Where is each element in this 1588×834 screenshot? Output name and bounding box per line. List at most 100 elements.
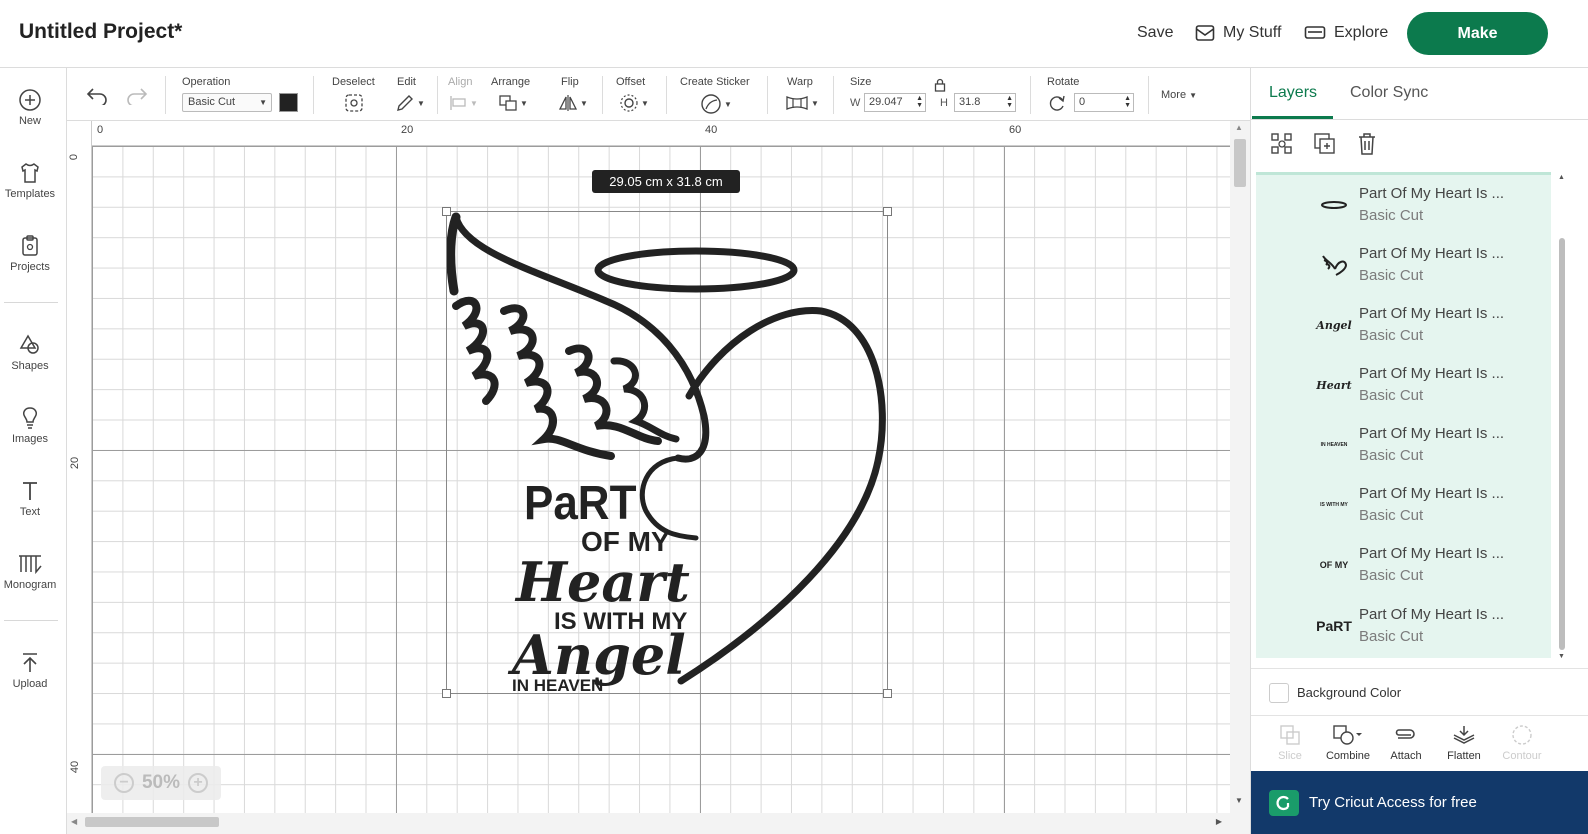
flip-button[interactable]: ▼ xyxy=(558,93,588,113)
layer-item[interactable]: OF MY Part Of My Heart Is ... Basic Cut xyxy=(1256,535,1551,595)
in-heaven-thumb-icon: IN HEAVEN xyxy=(1320,442,1348,448)
sidebar-item-templates[interactable]: Templates xyxy=(0,161,60,200)
selection-bounding-box[interactable] xyxy=(442,207,892,698)
offset-button[interactable]: ▼ xyxy=(619,93,649,113)
rotate-icon-button[interactable] xyxy=(1047,93,1067,113)
scroll-down-icon[interactable]: ▼ xyxy=(1558,653,1565,660)
flatten-button[interactable]: Flatten xyxy=(1435,724,1493,762)
offset-label: Offset xyxy=(616,76,646,88)
scroll-down-icon[interactable]: ▼ xyxy=(1235,796,1243,805)
app-header: Untitled Project* Save My Stuff Explore … xyxy=(0,0,1588,68)
chevron-down-icon: ▼ xyxy=(417,98,425,108)
rotate-icon xyxy=(1049,95,1065,111)
height-input[interactable]: 31.8 ▲ ▼ xyxy=(954,93,1016,112)
contour-button[interactable]: Contour xyxy=(1493,724,1551,762)
sidebar-item-projects[interactable]: Projects xyxy=(0,234,60,273)
sidebar-item-new[interactable]: New xyxy=(0,88,60,127)
spinner-icon[interactable]: ▲ ▼ xyxy=(1006,95,1013,109)
toolbar-divider xyxy=(313,76,314,114)
scrollbar-thumb[interactable] xyxy=(1559,238,1565,650)
layer-item[interactable]: PaRT Part Of My Heart Is ... Basic Cut xyxy=(1256,596,1551,656)
explore-button[interactable]: Explore xyxy=(1304,24,1388,42)
left-sidebar: New Templates Projects Shapes Images Tex… xyxy=(0,68,67,834)
background-color-checkbox[interactable] xyxy=(1269,683,1289,703)
attach-button[interactable]: Attach xyxy=(1377,724,1435,762)
sidebar-divider xyxy=(4,620,58,621)
make-button[interactable]: Make xyxy=(1407,12,1548,55)
pencil-icon xyxy=(397,95,413,111)
layer-item[interactable]: Part Of My Heart Is ... Basic Cut xyxy=(1256,235,1551,295)
shapes-icon xyxy=(19,334,39,354)
toolbar-divider xyxy=(437,76,438,114)
scroll-up-icon[interactable]: ▲ xyxy=(1235,123,1243,132)
operation-select[interactable]: Basic Cut ▼ xyxy=(182,93,272,112)
tab-layers[interactable]: Layers xyxy=(1269,84,1317,102)
sidebar-item-text[interactable]: Text xyxy=(0,479,60,518)
my-stuff-button[interactable]: My Stuff xyxy=(1195,24,1281,42)
scroll-right-icon[interactable]: ▶ xyxy=(1216,817,1222,826)
cricut-access-icon xyxy=(1269,789,1299,816)
create-sticker-button[interactable]: ▼ xyxy=(700,93,732,115)
canvas-horizontal-scrollbar[interactable]: ◀ ▶ xyxy=(67,813,1250,834)
zoom-out-button[interactable]: − xyxy=(113,773,134,793)
contour-icon xyxy=(1512,725,1532,745)
spinner-icon[interactable]: ▲ ▼ xyxy=(1124,95,1131,109)
layer-item[interactable]: IS WITH MY Part Of My Heart Is ... Basic… xyxy=(1256,475,1551,535)
warp-button[interactable]: ▼ xyxy=(785,93,819,113)
trash-icon[interactable] xyxy=(1356,132,1378,156)
duplicate-icon[interactable] xyxy=(1313,132,1337,156)
resize-handle[interactable] xyxy=(442,207,451,216)
align-label: Align xyxy=(448,76,473,88)
design-canvas[interactable]: 0 20 40 60 0 20 40 29.05 cm x 31.8 cm Pa… xyxy=(67,121,1230,813)
color-swatch[interactable] xyxy=(279,93,298,112)
layer-name: Part Of My Heart Is ... xyxy=(1359,545,1505,562)
more-button[interactable]: More ▼ xyxy=(1161,89,1197,101)
edit-label: Edit xyxy=(397,76,416,88)
zoom-in-button[interactable]: + xyxy=(188,773,209,793)
group-icon[interactable] xyxy=(1270,132,1294,156)
toolbar-divider xyxy=(1030,76,1031,114)
scrollbar-thumb[interactable] xyxy=(1234,139,1246,187)
scrollbar-thumb[interactable] xyxy=(85,817,219,827)
spinner-icon[interactable]: ▲ ▼ xyxy=(916,95,923,109)
lock-icon[interactable] xyxy=(934,78,946,92)
edit-button[interactable]: ▼ xyxy=(395,93,425,113)
shirt-icon xyxy=(21,163,39,183)
rotate-input[interactable]: 0 ▲ ▼ xyxy=(1074,93,1134,112)
chevron-down-icon: ▼ xyxy=(724,99,732,109)
ruler-tick: 0 xyxy=(97,124,104,136)
layer-item[interactable]: Angel Part Of My Heart Is ... Basic Cut xyxy=(1256,295,1551,355)
arrange-icon xyxy=(499,95,517,111)
sidebar-item-upload[interactable]: Upload xyxy=(0,651,60,690)
ruler-tick: 60 xyxy=(1009,124,1022,136)
deselect-button[interactable] xyxy=(344,93,364,113)
scroll-left-icon[interactable]: ◀ xyxy=(71,817,77,826)
height-prefix: H xyxy=(940,97,948,109)
canvas-vertical-scrollbar[interactable]: ▲ ▼ xyxy=(1230,121,1250,813)
sidebar-item-images[interactable]: Images xyxy=(0,406,60,445)
layer-item[interactable]: IN HEAVEN Part Of My Heart Is ... Basic … xyxy=(1256,415,1551,475)
slice-button[interactable]: Slice xyxy=(1261,724,1319,762)
upload-arrow-icon xyxy=(23,653,37,672)
layers-scrollbar[interactable]: ▲ ▼ xyxy=(1558,172,1566,660)
layer-item[interactable]: Part Of My Heart Is ... Basic Cut xyxy=(1256,175,1551,235)
make-label: Make xyxy=(1457,24,1498,42)
arrange-label: Arrange xyxy=(491,76,531,88)
arrange-button[interactable]: ▼ xyxy=(498,93,528,113)
cricut-access-banner[interactable]: Try Cricut Access for free xyxy=(1251,771,1588,834)
redo-button[interactable] xyxy=(125,85,149,105)
resize-handle[interactable] xyxy=(883,689,892,698)
scroll-up-icon[interactable]: ▲ xyxy=(1558,174,1565,181)
tab-color-sync[interactable]: Color Sync xyxy=(1350,84,1428,102)
align-button[interactable]: ▼ xyxy=(448,93,478,113)
save-button[interactable]: Save xyxy=(1137,24,1173,42)
ruler-tick: 20 xyxy=(69,456,82,470)
width-input[interactable]: 29.047 ▲ ▼ xyxy=(864,93,926,112)
undo-button[interactable] xyxy=(85,85,109,105)
sidebar-item-monogram[interactable]: Monogram xyxy=(0,552,60,591)
resize-handle[interactable] xyxy=(442,689,451,698)
combine-button[interactable]: Combine xyxy=(1319,724,1377,762)
sidebar-item-shapes[interactable]: Shapes xyxy=(0,333,60,372)
resize-handle[interactable] xyxy=(883,207,892,216)
layer-item[interactable]: Heart Part Of My Heart Is ... Basic Cut xyxy=(1256,355,1551,415)
